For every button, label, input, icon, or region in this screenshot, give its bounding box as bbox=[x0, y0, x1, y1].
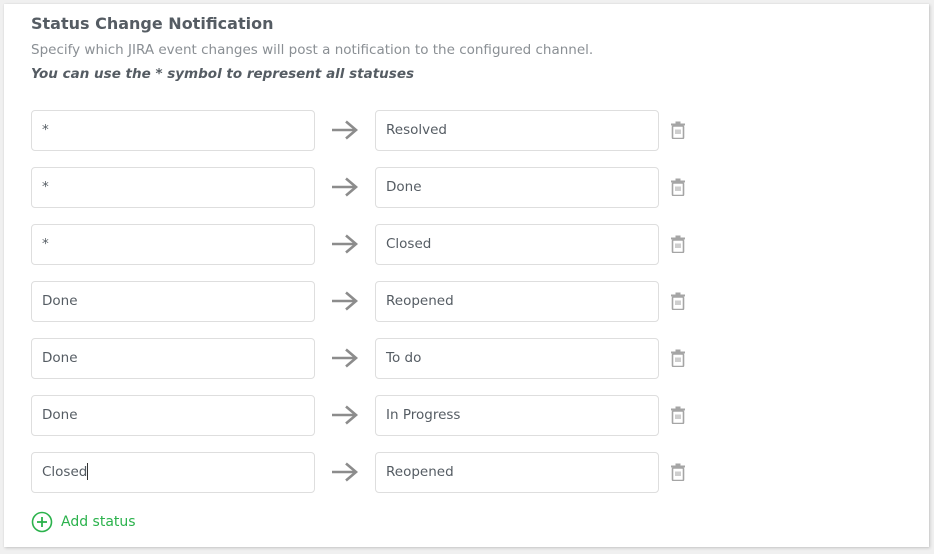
trash-icon[interactable] bbox=[671, 235, 685, 253]
to-status-value: Reopened bbox=[386, 464, 454, 480]
from-status-input[interactable]: Done bbox=[31, 281, 315, 322]
section-description: Specify which JIRA event changes will po… bbox=[31, 42, 594, 58]
arrow-right-icon bbox=[332, 405, 359, 425]
from-status-value: Done bbox=[42, 293, 78, 309]
status-change-card: Status Change Notification Specify which… bbox=[4, 4, 929, 547]
trash-icon[interactable] bbox=[671, 463, 685, 481]
to-status-value: Reopened bbox=[386, 293, 454, 309]
from-status-value: * bbox=[42, 236, 49, 252]
arrow-right-icon bbox=[332, 120, 359, 140]
from-status-value: * bbox=[42, 179, 49, 195]
arrow-right-icon bbox=[332, 177, 359, 197]
trash-icon[interactable] bbox=[671, 406, 685, 424]
plus-circle-icon bbox=[31, 511, 53, 533]
add-status-label: Add status bbox=[61, 514, 136, 530]
text-cursor bbox=[87, 462, 89, 480]
to-status-value: Closed bbox=[386, 236, 432, 252]
from-status-input[interactable]: * bbox=[31, 224, 315, 265]
to-status-value: In Progress bbox=[386, 407, 461, 423]
to-status-input[interactable]: Done bbox=[375, 167, 659, 208]
trash-icon[interactable] bbox=[671, 178, 685, 196]
arrow-right-icon bbox=[332, 291, 359, 311]
status-row: * Closed bbox=[31, 224, 711, 265]
from-status-value: Done bbox=[42, 407, 78, 423]
to-status-input[interactable]: In Progress bbox=[375, 395, 659, 436]
status-row: Done To do bbox=[31, 338, 711, 379]
trash-icon[interactable] bbox=[671, 292, 685, 310]
to-status-value: To do bbox=[386, 350, 422, 366]
from-status-value: Done bbox=[42, 350, 78, 366]
from-status-input[interactable]: * bbox=[31, 167, 315, 208]
to-status-value: Done bbox=[386, 179, 422, 195]
arrow-right-icon bbox=[332, 234, 359, 254]
from-status-input[interactable]: Done bbox=[31, 395, 315, 436]
to-status-input[interactable]: Reopened bbox=[375, 281, 659, 322]
to-status-input[interactable]: To do bbox=[375, 338, 659, 379]
status-row: * Done bbox=[31, 167, 711, 208]
section-hint: You can use the * symbol to represent al… bbox=[31, 66, 415, 82]
arrow-right-icon bbox=[332, 348, 359, 368]
from-status-value: * bbox=[42, 122, 49, 138]
from-status-input[interactable]: * bbox=[31, 110, 315, 151]
status-row: Done Reopened bbox=[31, 281, 711, 322]
trash-icon[interactable] bbox=[671, 121, 685, 139]
to-status-input[interactable]: Closed bbox=[375, 224, 659, 265]
from-status-input[interactable]: Closed bbox=[31, 452, 315, 493]
from-status-input[interactable]: Done bbox=[31, 338, 315, 379]
status-row: Closed Reopened bbox=[31, 452, 711, 493]
add-status-button[interactable]: Add status bbox=[31, 511, 136, 533]
status-row: * Resolved bbox=[31, 110, 711, 151]
section-title: Status Change Notification bbox=[31, 14, 274, 33]
trash-icon[interactable] bbox=[671, 349, 685, 367]
to-status-input[interactable]: Resolved bbox=[375, 110, 659, 151]
status-row: Done In Progress bbox=[31, 395, 711, 436]
arrow-right-icon bbox=[332, 462, 359, 482]
from-status-value: Closed bbox=[42, 464, 88, 480]
to-status-input[interactable]: Reopened bbox=[375, 452, 659, 493]
to-status-value: Resolved bbox=[386, 122, 447, 138]
